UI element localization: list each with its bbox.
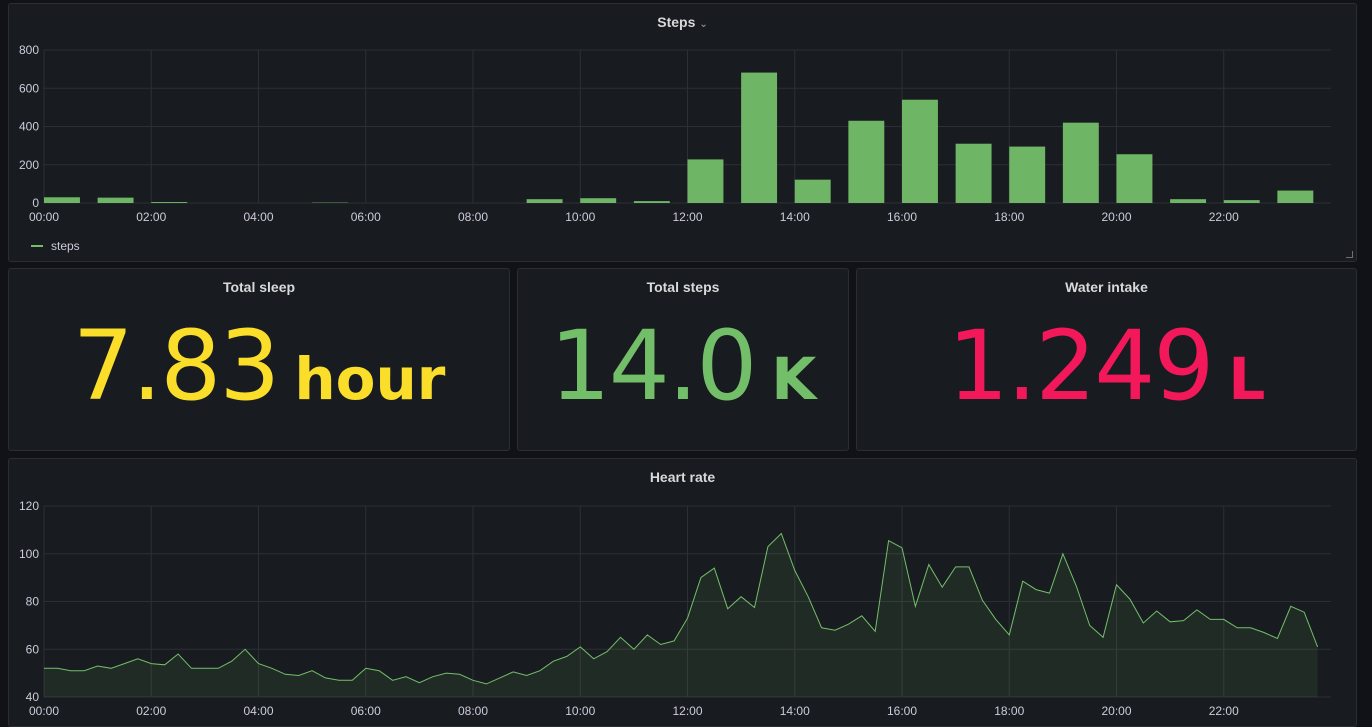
total-steps-panel: Total steps 14.0 K <box>517 268 849 451</box>
steps-panel-header[interactable]: Steps ⌄ <box>9 14 1356 30</box>
total-steps-title[interactable]: Total steps <box>518 279 848 295</box>
steps-bar <box>741 72 778 203</box>
heart-rate-chart: 40 60 80 100 120 00:00 02:00 04:00 06:00 08:00 10:… <box>19 499 1331 718</box>
x-tick-label: 16:00 <box>887 704 917 718</box>
x-tick-label: 04:00 <box>243 704 273 718</box>
x-tick-label: 18:00 <box>994 704 1024 718</box>
x-tick-label: 22:00 <box>1209 210 1239 224</box>
y-tick-label: 0 <box>32 196 39 210</box>
x-tick-label: 04:00 <box>243 210 273 224</box>
y-tick-label: 400 <box>19 120 39 134</box>
x-tick-label: 06:00 <box>351 704 381 718</box>
y-tick-label: 80 <box>26 595 40 609</box>
water-intake-title[interactable]: Water intake <box>857 279 1356 295</box>
y-tick-label: 200 <box>19 158 39 172</box>
heart-rate-title[interactable]: Heart rate <box>9 469 1356 485</box>
x-tick-label: 20:00 <box>1101 210 1131 224</box>
steps-bar <box>1062 122 1099 203</box>
x-tick-label: 14:00 <box>780 704 810 718</box>
steps-bar <box>955 143 992 203</box>
y-tick-label: 600 <box>19 81 39 95</box>
water-intake-stat: 1.249 L <box>857 311 1356 421</box>
steps-legend[interactable]: steps <box>31 239 80 253</box>
steps-bar <box>687 159 724 203</box>
steps-bar <box>1277 190 1314 203</box>
total-sleep-value: 7.83 <box>72 310 281 422</box>
y-tick-label: 800 <box>19 43 39 57</box>
steps-chart: 0 200 400 600 800 00:00 02:00 04:00 06:00 08:00 10… <box>19 43 1331 224</box>
steps-bar <box>1223 200 1260 203</box>
steps-panel: Steps ⌄ 0 200 400 600 800 00:00 02:00 04:00 06:00… <box>8 3 1357 262</box>
total-sleep-stat: 7.83 hour <box>9 311 509 421</box>
water-intake-value: 1.249 <box>947 310 1215 422</box>
x-tick-label: 16:00 <box>887 210 917 224</box>
steps-bar <box>633 201 670 203</box>
x-tick-label: 12:00 <box>672 704 702 718</box>
x-tick-label: 02:00 <box>136 210 166 224</box>
steps-bar <box>848 120 885 203</box>
x-tick-label: 02:00 <box>136 704 166 718</box>
y-tick-label: 60 <box>26 642 40 656</box>
steps-bar <box>580 198 617 203</box>
total-steps-stat: 14.0 K <box>518 311 848 421</box>
total-sleep-title[interactable]: Total sleep <box>9 279 509 295</box>
legend-label-steps[interactable]: steps <box>51 239 80 253</box>
total-sleep-panel: Total sleep 7.83 hour <box>8 268 510 451</box>
chevron-down-icon[interactable]: ⌄ <box>699 19 707 30</box>
y-tick-label: 100 <box>19 547 39 561</box>
x-tick-label: 10:00 <box>565 704 595 718</box>
water-intake-panel: Water intake 1.249 L <box>856 268 1357 451</box>
x-tick-label: 10:00 <box>565 210 595 224</box>
x-tick-label: 08:00 <box>458 704 488 718</box>
x-tick-label: 08:00 <box>458 210 488 224</box>
steps-panel-title[interactable]: Steps <box>657 14 695 30</box>
steps-bar <box>151 202 188 203</box>
steps-bar <box>902 99 938 203</box>
x-tick-label: 12:00 <box>672 210 702 224</box>
total-sleep-unit: hour <box>294 345 446 413</box>
x-tick-label: 22:00 <box>1209 704 1239 718</box>
steps-bar <box>1116 154 1153 203</box>
steps-bar <box>1009 146 1046 203</box>
steps-bar <box>526 199 563 203</box>
steps-bar <box>97 197 134 203</box>
x-tick-label: 20:00 <box>1101 704 1131 718</box>
y-tick-label: 120 <box>19 499 39 513</box>
heart-rate-area <box>44 533 1318 697</box>
x-tick-label: 00:00 <box>29 704 59 718</box>
legend-swatch <box>31 245 43 247</box>
x-tick-label: 18:00 <box>994 210 1024 224</box>
x-tick-label: 14:00 <box>780 210 810 224</box>
total-steps-unit: K <box>771 345 817 413</box>
water-intake-unit: L <box>1228 345 1266 413</box>
resize-handle[interactable] <box>1346 251 1353 258</box>
total-steps-value: 14.0 <box>549 310 758 422</box>
x-tick-label: 00:00 <box>29 210 59 224</box>
steps-bar <box>794 179 831 203</box>
heart-rate-panel: Heart rate 40 60 80 100 120 00:00 02:00 04:00 06… <box>8 458 1357 727</box>
y-tick-label: 40 <box>26 690 40 704</box>
steps-bar <box>44 197 80 203</box>
x-tick-label: 06:00 <box>351 210 381 224</box>
steps-bar <box>1170 199 1207 203</box>
